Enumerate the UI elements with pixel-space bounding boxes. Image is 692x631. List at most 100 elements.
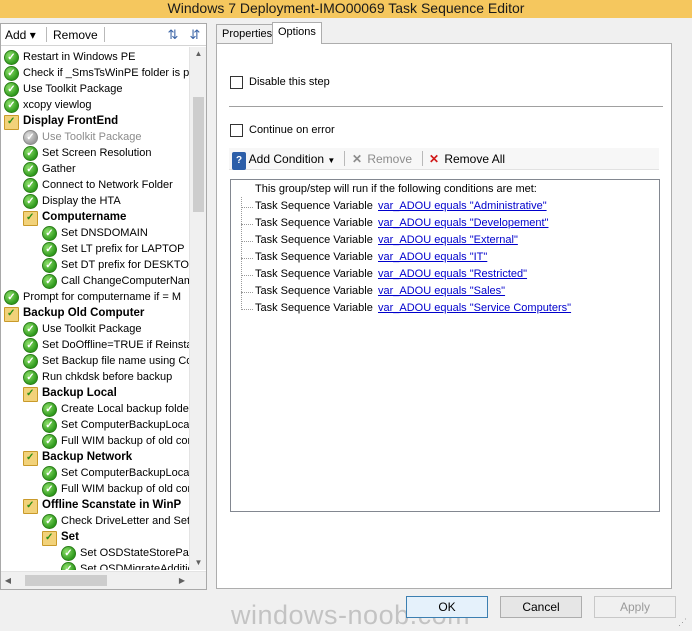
tree-item-label: Backup Old Computer [23, 307, 145, 319]
tree-item-label: Display the HTA [42, 195, 121, 207]
tree-item-label: Set ComputerBackupLocat [61, 419, 189, 431]
success-check-icon: ✓ [42, 226, 57, 241]
continue-on-error-label: Continue on error [249, 124, 335, 136]
checkbox-box[interactable] [230, 76, 243, 89]
success-check-icon: ✓ [4, 66, 19, 81]
divider [229, 106, 663, 107]
toolbar-separator [104, 27, 105, 42]
remove-condition-label: Remove [367, 152, 413, 166]
success-check-icon: ✓ [4, 98, 19, 113]
tree-item-label: Use Toolkit Package [42, 131, 142, 143]
success-check-icon: ✓ [4, 82, 19, 97]
condition-expression-link[interactable]: var_ADOU equals "Administrative" [378, 199, 547, 214]
condition-expression-link[interactable]: var_ADOU equals "Restricted" [378, 267, 527, 282]
tree-item-label: Set Backup file name using Cor [42, 355, 189, 367]
success-check-icon: ✓ [42, 466, 57, 481]
tree-guide-line [241, 309, 253, 310]
success-check-icon: ✓ [4, 290, 19, 305]
scroll-up-icon[interactable]: ▲ [190, 47, 207, 61]
tree-item-label: Prompt for computername if = M [23, 291, 182, 303]
condition-type: Task Sequence Variable [255, 200, 373, 212]
remove-all-label: Remove All [444, 152, 506, 166]
disable-step-label: Disable this step [249, 76, 330, 88]
condition-expression-link[interactable]: var_ADOU equals "Developement" [378, 216, 548, 231]
scroll-right-icon[interactable]: ▶ [175, 572, 189, 590]
scroll-left-icon[interactable]: ◀ [1, 572, 15, 590]
move-up-icon[interactable]: ⇅ [165, 27, 181, 43]
tree-vertical-scrollbar[interactable]: ▲ ▼ [189, 47, 206, 570]
toolbar-separator [46, 27, 47, 42]
help-query-icon: ? [232, 152, 246, 170]
tree-item-label: Set DoOffline=TRUE if Reinstal [42, 339, 189, 351]
condition-expression-link[interactable]: var_ADOU equals "IT" [378, 250, 487, 265]
remove-step-button[interactable]: Remove [53, 27, 98, 43]
tree-item-label: Set LT prefix for LAPTOP [61, 243, 185, 255]
tree-item-label: Full WIM backup of old cor [61, 435, 189, 447]
tree-item-label: Use Toolkit Package [42, 323, 142, 335]
condition-type: Task Sequence Variable [255, 217, 373, 229]
condition-expression-link[interactable]: var_ADOU equals "Service Computers" [378, 301, 571, 316]
toolbar-separator [344, 151, 345, 166]
folder-check-icon [4, 306, 19, 322]
success-check-icon: ✓ [23, 194, 38, 209]
add-button[interactable]: Add ▾ [5, 27, 36, 43]
remove-all-button[interactable]: ✕ Remove All [427, 150, 505, 168]
resize-grip-icon[interactable]: ⋰ [678, 616, 690, 628]
tree-item-label: Set [61, 531, 79, 543]
tree-horizontal-scrollbar[interactable]: ◀ ▶ [1, 571, 206, 589]
scroll-thumb[interactable] [25, 575, 107, 586]
condition-type: Task Sequence Variable [255, 285, 373, 297]
tree-item-label: xcopy viewlog [23, 99, 92, 111]
success-check-icon: ✓ [42, 402, 57, 417]
condition-expression-link[interactable]: var_ADOU equals "Sales" [378, 284, 505, 299]
success-check-icon: ✓ [23, 162, 38, 177]
remove-condition-button[interactable]: ✕ Remove [350, 150, 412, 168]
condition-expression-link[interactable]: var_ADOU equals "External" [378, 233, 518, 248]
success-check-icon: ✓ [42, 418, 57, 433]
options-panel: Disable this step Continue on error ? Ad… [216, 43, 672, 589]
scroll-thumb[interactable] [193, 97, 204, 212]
tree-item-label: Offline Scanstate in WinP [42, 499, 182, 511]
tree-item-label: Set DT prefix for DESKTOP [61, 259, 189, 271]
tree-item-label: Create Local backup folder [61, 403, 189, 415]
tree-item-label: Set OSDStateStorePatl [80, 547, 189, 559]
tree-guide-line [241, 275, 253, 276]
remove-x-icon: ✕ [428, 152, 440, 166]
tab-options[interactable]: Options [272, 22, 322, 44]
conditions-header: This group/step will run if the followin… [255, 183, 537, 195]
tree-item-label: Restart in Windows PE [23, 51, 136, 63]
success-check-icon: ✓ [61, 546, 76, 561]
tree-item-label: Use Toolkit Package [23, 83, 123, 95]
add-dropdown-arrow: ▾ [29, 28, 36, 42]
disabled-check-icon: ✓ [23, 130, 38, 145]
success-check-icon: ✓ [42, 482, 57, 497]
folder-check-icon [23, 450, 38, 466]
success-check-icon: ✓ [42, 258, 57, 273]
move-down-icon[interactable]: ⇵ [187, 27, 203, 43]
tree-item-label: Set ComputerBackupLocat [61, 467, 189, 479]
success-check-icon: ✓ [23, 178, 38, 193]
tree-item-label: Connect to Network Folder [42, 179, 173, 191]
tree-item-label: Computername [42, 211, 127, 223]
ok-button[interactable]: OK [406, 596, 488, 618]
tree-item-label: Set OSDMigrateAdditio [80, 563, 189, 570]
tab-properties[interactable]: Properties [216, 24, 279, 44]
checkbox-box[interactable] [230, 124, 243, 137]
add-condition-button[interactable]: ? Add Condition ▼ [232, 150, 335, 170]
success-check-icon: ✓ [23, 370, 38, 385]
success-check-icon: ✓ [42, 434, 57, 449]
tree-item-label: Set Screen Resolution [42, 147, 152, 159]
success-check-icon: ✓ [23, 338, 38, 353]
tree-item-label: Gather [42, 163, 76, 175]
success-check-icon: ✓ [42, 514, 57, 529]
success-check-icon: ✓ [4, 50, 19, 65]
tree-item-label: Run chkdsk before backup [42, 371, 173, 383]
scroll-down-icon[interactable]: ▼ [190, 556, 207, 570]
folder-check-icon [4, 114, 19, 130]
condition-type: Task Sequence Variable [255, 251, 373, 263]
add-button-label: Add [5, 28, 27, 42]
success-check-icon: ✓ [23, 146, 38, 161]
cancel-button[interactable]: Cancel [500, 596, 582, 618]
tree-item-label: Backup Local [42, 387, 117, 399]
apply-button[interactable]: Apply [594, 596, 676, 618]
